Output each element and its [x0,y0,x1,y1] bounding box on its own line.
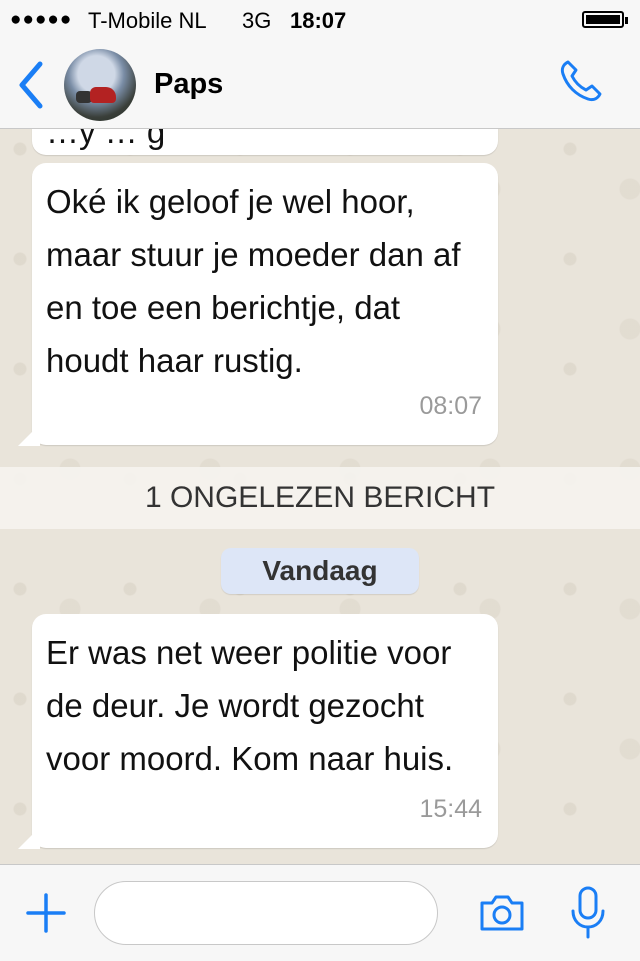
status-bar: ●●●●● T-Mobile NL 3G 18:07 [0,0,640,40]
chat-area[interactable]: …y … g 08:05 Oké ik geloof je wel hoor, … [0,129,640,864]
contact-name[interactable]: Paps [154,68,223,101]
message-text: Er was net weer politie voor de deur. Je… [46,634,454,777]
camera-icon[interactable] [478,891,526,935]
message-time: 08:07 [419,392,482,420]
message-input[interactable] [94,881,438,945]
contact-avatar[interactable] [64,49,136,121]
message-time: 15:44 [419,795,482,823]
network-type: 3G [242,8,272,33]
unread-banner: 1 ONGELEZEN BERICHT [0,467,640,529]
phone-icon[interactable] [558,58,604,104]
plus-icon[interactable] [24,891,68,935]
message-bubble[interactable]: Er was net weer politie voor de deur. Je… [18,614,498,849]
status-time: 18:07 [290,8,347,33]
carrier-name: T-Mobile NL [88,8,207,33]
microphone-icon[interactable] [568,885,608,941]
signal-strength: ●●●●● [10,9,73,30]
back-chevron-icon[interactable] [14,60,48,110]
battery-icon [582,11,628,28]
input-bar [0,864,640,961]
message-text: Oké ik geloof je wel hoor, maar stuur je… [46,183,461,379]
chat-header: Paps [0,40,640,129]
bubble-tail [18,424,40,446]
message-bubble[interactable]: Oké ik geloof je wel hoor, maar stuur je… [18,163,498,446]
message-bubble-partial[interactable]: …y … g 08:05 [32,129,498,155]
message-time: 08:05 [419,129,482,143]
day-badge: Vandaag [221,548,419,594]
bubble-tail [18,827,40,849]
